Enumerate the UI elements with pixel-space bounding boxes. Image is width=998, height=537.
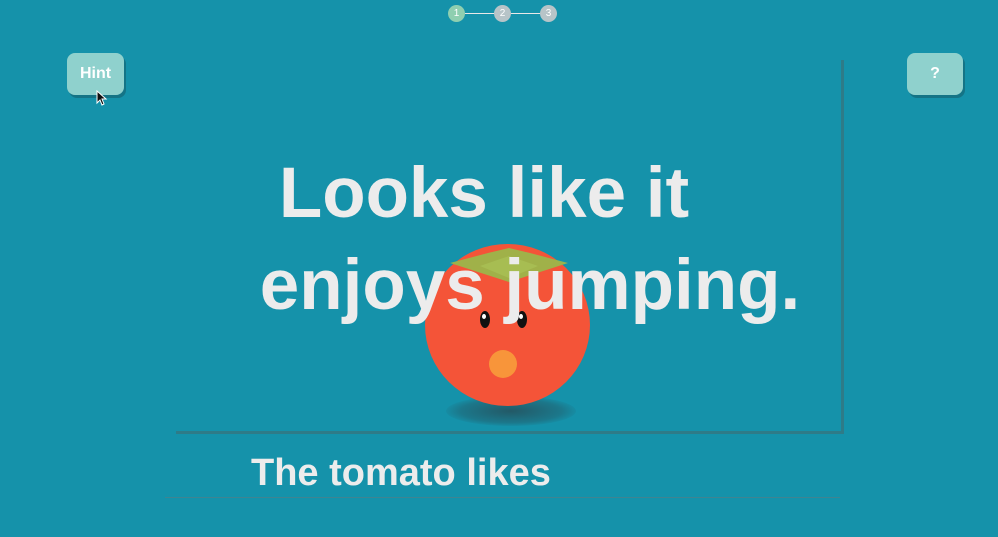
progress-stepper: 1 2 3 <box>448 5 558 23</box>
mouse-cursor-icon <box>96 90 108 106</box>
stepper-connector <box>465 13 494 14</box>
help-button[interactable]: ? <box>907 53 963 95</box>
stepper-connector <box>511 13 540 14</box>
question-text: Looks like it enjoys jumping. <box>173 148 841 332</box>
answer-prompt: The tomato likes <box>251 452 551 494</box>
tomato-mouth <box>489 350 517 378</box>
answer-input-line[interactable] <box>165 497 840 498</box>
step-1: 1 <box>448 5 465 22</box>
hint-button[interactable]: Hint <box>67 53 124 95</box>
question-line-1: Looks like it <box>278 154 690 233</box>
step-2: 2 <box>494 5 511 22</box>
question-line-2: enjoys jumping. <box>259 246 801 325</box>
step-3: 3 <box>540 5 557 22</box>
